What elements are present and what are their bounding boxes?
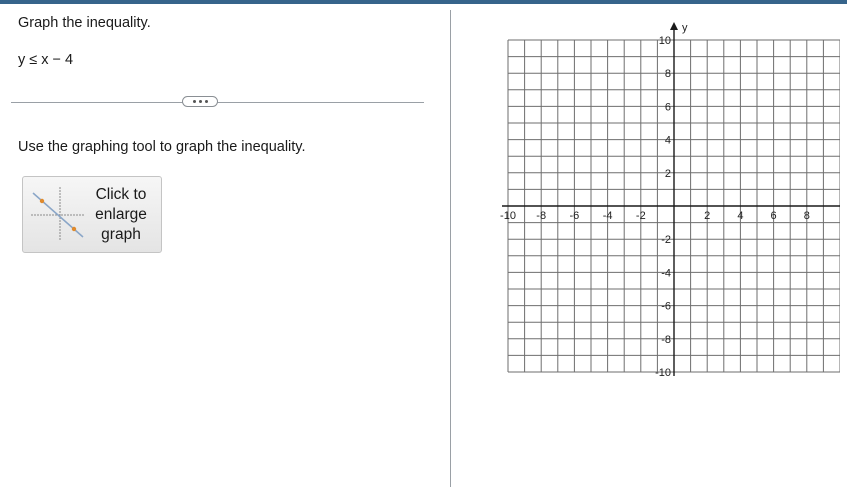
top-accent-bar — [0, 0, 847, 4]
y-tick-label: 10 — [659, 35, 671, 47]
y-axis-arrow-icon — [670, 22, 678, 30]
pane-divider — [450, 10, 451, 487]
y-tick-label: 6 — [665, 101, 671, 113]
y-tick-label: -4 — [661, 267, 671, 279]
y-axis-label: y — [682, 22, 688, 34]
enlarge-graph-label: Click to enlarge graph — [95, 186, 147, 243]
y-tick-label: -6 — [661, 301, 671, 313]
show-more-button[interactable] — [182, 96, 218, 107]
instruction-text: Use the graphing tool to graph the inequ… — [18, 139, 306, 155]
question-prompt: Graph the inequality. — [18, 15, 151, 31]
x-tick-label: -2 — [636, 210, 646, 222]
y-tick-label: -8 — [661, 334, 671, 346]
ellipsis-icon — [192, 100, 196, 103]
x-tick-label: 2 — [704, 210, 710, 222]
enlarge-graph-button[interactable]: Click to enlarge graph — [22, 176, 162, 253]
y-tick-label: 4 — [665, 135, 671, 147]
inequality-expression: y ≤ x − 4 — [18, 52, 74, 68]
y-tick-label: 8 — [665, 68, 671, 80]
y-tick-label: -10 — [655, 367, 671, 379]
x-tick-label: -8 — [536, 210, 546, 222]
x-tick-label: 6 — [771, 210, 777, 222]
ellipsis-icon — [204, 100, 208, 103]
x-tick-label: 4 — [737, 210, 743, 222]
ellipsis-icon — [198, 100, 202, 103]
graph-thumbnail-icon — [31, 187, 85, 241]
x-tick-label: 8 — [804, 210, 810, 222]
x-tick-label: -6 — [570, 210, 580, 222]
coordinate-grid[interactable]: y -10 -8 -6 -4 -2 2 4 6 8 10 8 6 4 2 -2 -4 -6 -8 -10 — [495, 18, 840, 386]
y-tick-label: 2 — [665, 168, 671, 180]
y-tick-label: -2 — [661, 234, 671, 246]
x-tick-label: -4 — [603, 210, 613, 222]
x-tick-label: -10 — [500, 210, 516, 222]
